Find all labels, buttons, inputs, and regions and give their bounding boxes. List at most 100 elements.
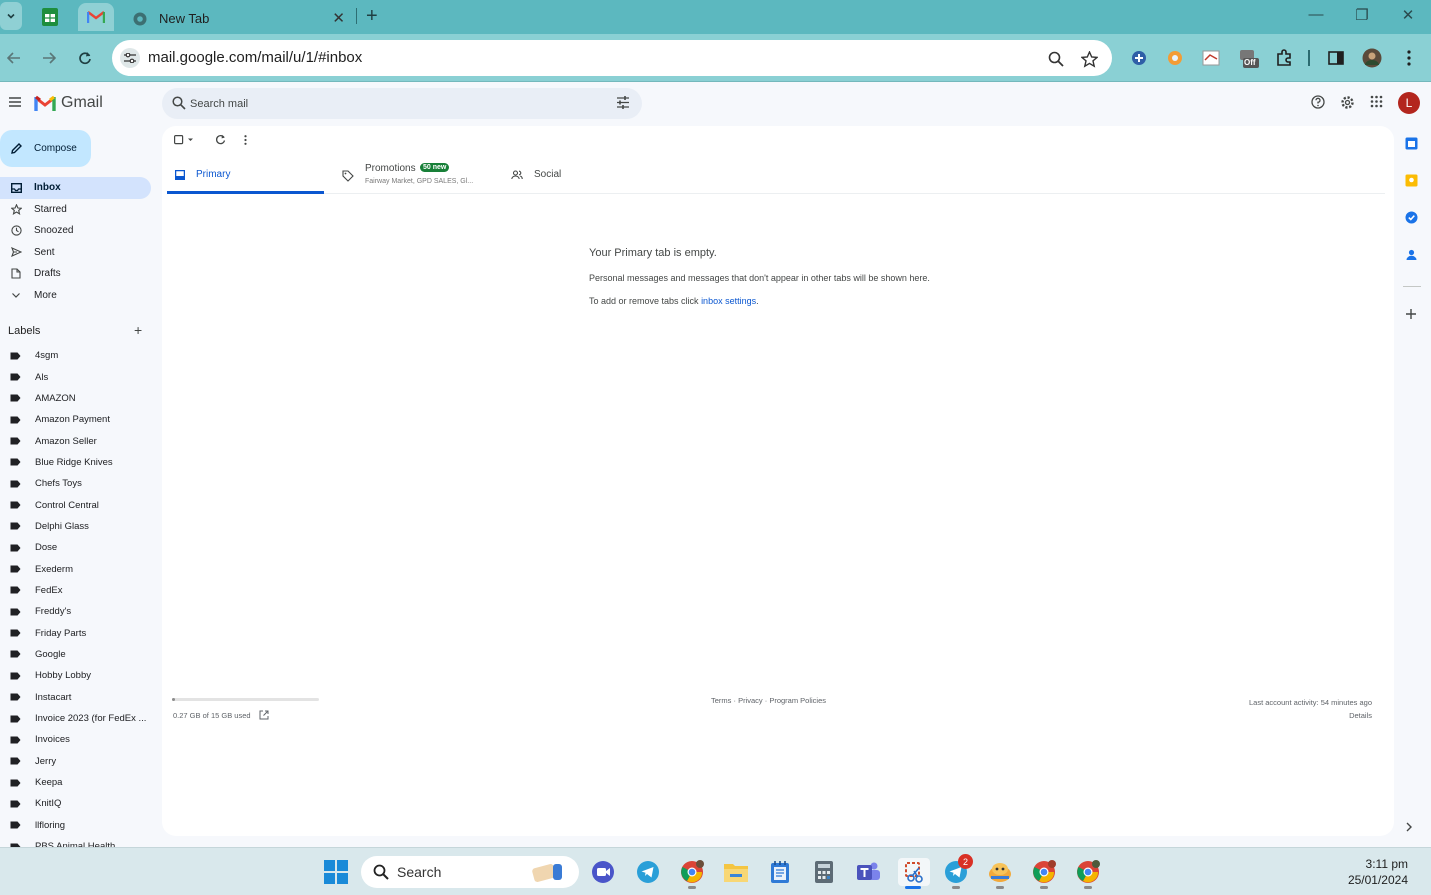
- bookmark-star-icon[interactable]: [1078, 48, 1100, 70]
- footer-links[interactable]: Terms · Privacy · Program Policies: [711, 696, 826, 705]
- compose-button[interactable]: Compose: [0, 130, 91, 167]
- inbox-settings-link[interactable]: inbox settings: [701, 296, 756, 306]
- label-item[interactable]: Google: [0, 644, 150, 665]
- minimize-button[interactable]: —: [1296, 6, 1336, 23]
- refresh-icon[interactable]: [215, 134, 226, 145]
- forward-button[interactable]: [37, 46, 61, 70]
- nav-item-drafts[interactable]: Drafts: [0, 263, 151, 285]
- side-panel-icon[interactable]: [1325, 47, 1347, 69]
- snipping-tool-icon[interactable]: [898, 858, 930, 886]
- account-avatar[interactable]: L: [1398, 92, 1420, 114]
- label-item[interactable]: 4sgm: [0, 345, 150, 366]
- app-icon-bird[interactable]: [986, 858, 1014, 886]
- label-item[interactable]: Delphi Glass: [0, 516, 150, 537]
- nav-item-more[interactable]: More: [0, 285, 151, 307]
- search-input[interactable]: [190, 88, 590, 119]
- more-options-icon[interactable]: [244, 135, 247, 145]
- extensions-puzzle-icon[interactable]: [1273, 47, 1295, 69]
- chrome-app-icon-1[interactable]: [678, 858, 706, 886]
- calendar-icon[interactable]: [1405, 137, 1418, 150]
- zoom-video-app-icon[interactable]: [589, 858, 617, 886]
- extension-icon-4[interactable]: Off: [1238, 47, 1260, 69]
- label-item[interactable]: FedEx: [0, 580, 150, 601]
- add-addon-icon[interactable]: [1405, 308, 1417, 320]
- label-item[interactable]: KnitIQ: [0, 793, 150, 814]
- reload-icon: [79, 52, 91, 65]
- help-icon[interactable]: [1311, 95, 1325, 109]
- notepad-app-icon[interactable]: [766, 858, 794, 886]
- label-item[interactable]: Als: [0, 366, 150, 387]
- label-item[interactable]: Blue Ridge Knives: [0, 452, 150, 473]
- extension-icon-3[interactable]: [1200, 47, 1222, 69]
- label-item[interactable]: PBS Animal Health: [0, 836, 150, 847]
- label-item[interactable]: Jerry: [0, 751, 150, 772]
- close-window-button[interactable]: ✕: [1388, 6, 1428, 24]
- zoom-icon[interactable]: [1045, 48, 1067, 70]
- chrome-menu-icon[interactable]: [1398, 47, 1420, 69]
- label-item[interactable]: Friday Parts: [0, 622, 150, 643]
- label-item[interactable]: Freddy's: [0, 601, 150, 622]
- main-menu-icon[interactable]: [8, 96, 22, 108]
- label-item[interactable]: Invoice 2023 (for FedEx ...: [0, 708, 150, 729]
- label-item[interactable]: Instacart: [0, 687, 150, 708]
- teams-app-icon[interactable]: [854, 858, 882, 886]
- profile-avatar-icon[interactable]: [1361, 47, 1383, 69]
- tab-social[interactable]: Social: [505, 160, 655, 194]
- keep-icon[interactable]: [1405, 174, 1418, 187]
- label-item[interactable]: Dose: [0, 537, 150, 558]
- search-options-icon[interactable]: [616, 96, 630, 109]
- chrome-app-icon-3[interactable]: [1074, 858, 1102, 886]
- tab-promotions[interactable]: [337, 160, 497, 194]
- external-link-icon[interactable]: [259, 710, 269, 720]
- gmail-logo-icon[interactable]: [34, 95, 56, 112]
- expand-panel-icon[interactable]: [1405, 822, 1413, 832]
- label-item[interactable]: Invoices: [0, 729, 150, 750]
- nav-item-starred[interactable]: Starred: [0, 199, 151, 221]
- restore-button[interactable]: ❐: [1342, 6, 1382, 24]
- select-all-checkbox[interactable]: [174, 135, 196, 145]
- contacts-icon[interactable]: [1405, 248, 1418, 261]
- tasks-icon[interactable]: [1405, 211, 1418, 224]
- label-tag-icon: [10, 800, 21, 808]
- label-name: Friday Parts: [35, 627, 87, 639]
- create-label-icon[interactable]: +: [134, 322, 142, 338]
- extension-icon-1[interactable]: [1128, 47, 1150, 69]
- nav-item-sent[interactable]: Sent: [0, 242, 151, 264]
- nav-item-inbox[interactable]: Inbox: [0, 177, 151, 199]
- search-icon[interactable]: [172, 96, 186, 110]
- tab-primary[interactable]: Primary: [167, 160, 324, 194]
- label-name: Amazon Payment: [35, 414, 110, 426]
- chrome-app-icon-2[interactable]: [1030, 858, 1058, 886]
- label-item[interactable]: Exederm: [0, 558, 150, 579]
- address-bar[interactable]: mail.google.com/mail/u/1/#inbox: [112, 40, 1112, 76]
- label-item[interactable]: Hobby Lobby: [0, 665, 150, 686]
- telegram-app-icon-1[interactable]: [634, 858, 662, 886]
- reload-button[interactable]: [73, 46, 97, 70]
- pinned-tab-sheets[interactable]: [32, 3, 68, 31]
- calculator-app-icon[interactable]: [810, 858, 838, 886]
- taskbar-search-box[interactable]: Search: [361, 856, 579, 888]
- new-tab-button[interactable]: +: [366, 5, 378, 28]
- label-item[interactable]: Control Central: [0, 494, 150, 515]
- system-clock[interactable]: 3:11 pm 25/01/2024: [1330, 856, 1408, 888]
- label-item[interactable]: Keepa: [0, 772, 150, 793]
- pinned-tab-gmail[interactable]: [78, 3, 114, 31]
- back-button[interactable]: [2, 46, 26, 70]
- label-item[interactable]: llfloring: [0, 815, 150, 836]
- activity-details-link[interactable]: Details: [1249, 709, 1372, 722]
- close-tab-icon[interactable]: ✕: [332, 9, 345, 27]
- extension-icon-2[interactable]: [1164, 47, 1186, 69]
- site-info-icon[interactable]: [120, 48, 140, 68]
- apps-grid-icon[interactable]: [1370, 95, 1383, 108]
- telegram-app-icon-2[interactable]: 2: [942, 854, 973, 886]
- tab-search-button[interactable]: [0, 2, 22, 30]
- label-item[interactable]: Amazon Payment: [0, 409, 150, 430]
- label-item[interactable]: Chefs Toys: [0, 473, 150, 494]
- tab-new-tab[interactable]: New Tab ✕: [115, 3, 355, 34]
- nav-item-snoozed[interactable]: Snoozed: [0, 220, 151, 242]
- label-item[interactable]: Amazon Seller: [0, 430, 150, 451]
- file-explorer-icon[interactable]: [722, 858, 750, 886]
- start-button[interactable]: [322, 858, 350, 886]
- label-item[interactable]: AMAZON: [0, 388, 150, 409]
- settings-gear-icon[interactable]: [1340, 95, 1355, 110]
